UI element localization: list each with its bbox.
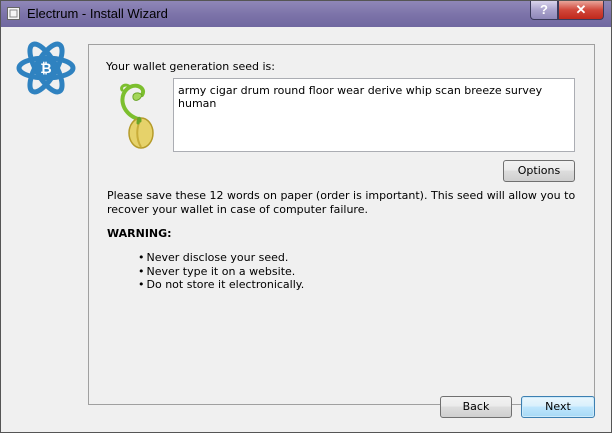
- seed-label: Your wallet generation seed is:: [106, 60, 275, 73]
- title-bar[interactable]: Electrum - Install Wizard ? ✕: [1, 1, 611, 27]
- warning-item: Do not store it electronically.: [138, 278, 305, 292]
- help-button[interactable]: ?: [530, 1, 558, 20]
- svg-text:₿: ₿: [40, 61, 51, 77]
- window-menu-icon[interactable]: [7, 7, 20, 20]
- back-button[interactable]: Back: [440, 396, 512, 418]
- seed-textbox[interactable]: army cigar drum round floor wear derive …: [173, 78, 575, 152]
- warning-item: Never disclose your seed.: [138, 251, 304, 265]
- seed-instructions: Please save these 12 words on paper (ord…: [107, 189, 576, 216]
- options-button[interactable]: Options: [503, 160, 575, 182]
- install-wizard-window: Electrum - Install Wizard ? ✕ ₿ Your wal…: [0, 0, 612, 433]
- window-title: Electrum - Install Wizard: [27, 6, 168, 21]
- warning-heading: WARNING:: [107, 227, 172, 240]
- warning-item: Never type it on a website.: [138, 265, 304, 279]
- electrum-logo-icon: ₿: [16, 41, 76, 95]
- close-button[interactable]: ✕: [558, 1, 604, 20]
- seed-words: army cigar drum round floor wear derive …: [178, 84, 543, 110]
- next-button[interactable]: Next: [521, 396, 595, 418]
- sprouting-seed-icon: [120, 83, 154, 149]
- warning-list: Never disclose your seed. Never type it …: [138, 251, 305, 292]
